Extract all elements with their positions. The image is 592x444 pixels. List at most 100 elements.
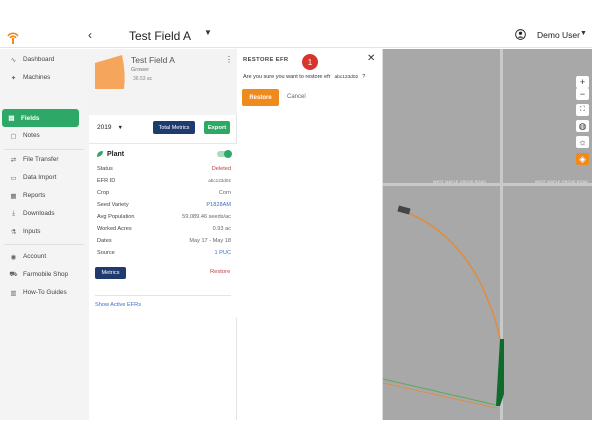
show-active-efrs-link[interactable]: Show Active EFRs [95,302,141,308]
map-view[interactable]: WEST MAPLE GROVE ROAD WEST MAPLE GROVE R… [383,49,592,420]
efr-row-key: Avg Population [97,214,135,220]
pulse-icon: ∿ [10,56,17,64]
restore-efr-dialog: RESTORE EFR 1 ✕ Are you sure you want to… [237,49,383,420]
dialog-efr-id: abc123d02 [334,75,359,80]
efr-row-key: Status [97,166,113,172]
user-name[interactable]: Demo User [537,30,580,40]
efr-row-value: 59,089.46 seeds/ac [182,214,231,220]
efr-row-dates: Dates May 17 - May 18 [97,238,231,249]
sidebar-item-dashboard[interactable]: ∿ Dashboard [4,51,79,68]
sidebar-item-machines[interactable]: ✦ Machines [4,69,79,86]
brightness-icon[interactable]: ☼ [576,136,589,148]
sidebar-item-label: Data Import [23,174,57,181]
map-canvas[interactable] [383,49,592,420]
toggle-knob [224,149,232,158]
field-boundary-thumbnail [95,55,125,89]
total-metrics-button[interactable]: Total Metrics [153,121,195,134]
efr-row-efr-id: EFR ID abc123d02 [97,178,231,189]
efr-row-value: abc123d02 [208,178,231,183]
sidebar-item-fields[interactable]: ▤ Fields [2,109,79,127]
year-select[interactable]: 2019 ▼ [97,124,123,131]
confirm-restore-button[interactable]: Restore [242,89,279,106]
field-dropdown-caret-icon[interactable]: ▼ [204,28,212,37]
account-icon: ◉ [10,253,17,261]
field-card-grower: Grower [131,67,150,73]
field-card[interactable]: Test Field A Grower 36.53 ac ⋮ [89,49,237,115]
import-icon: ▭ [10,174,17,182]
sidebar-item-account[interactable]: ◉ Account [4,248,79,265]
layers-icon[interactable]: ◈ [576,153,589,165]
dialog-message: Are you sure you want to restore efr abc1… [243,74,381,80]
sidebar-item-downloads[interactable]: ⤓ Downloads [4,205,79,222]
sidebar-item-reports[interactable]: ▦ Reports [4,187,79,204]
sidebar-item-label: Inputs [23,228,41,235]
field-boundary-line [383,378,497,406]
sidebar-item-notes[interactable]: ▢ Notes [4,127,79,144]
efr-row-source: Source 1 PUC [97,250,231,261]
sidebar-item-inputs[interactable]: ⚗ Inputs [4,223,79,240]
efr-row-value[interactable]: P1828AM [206,202,231,208]
planted-area-polygon [496,339,504,406]
user-avatar-icon[interactable] [515,29,526,40]
fullscreen-icon[interactable]: ⛶ [576,104,589,116]
sidebar-item-label: Farmobile Shop [23,271,69,278]
road-label: WEST MAPLE GROVE ROAD [535,180,589,184]
efr-row-key: EFR ID [97,178,116,184]
sidebar-item-label: Dashboard [23,56,55,63]
efr-row-key: Source [97,250,115,256]
efr-row-status: Status Deleted [97,166,231,177]
efr-row-value: 0.93 ac [212,226,231,232]
efr-row-worked-acres: Worked Acres 0.93 ac [97,226,231,237]
efr-row-value: May 17 - May 18 [189,238,231,244]
efr-visibility-toggle[interactable] [217,149,232,158]
inputs-icon: ⚗ [10,228,17,236]
field-card-title: Test Field A [131,55,175,65]
step-number-badge: 1 [302,54,318,70]
field-card-acres: 36.53 ac [133,76,153,82]
efr-row-key: Worked Acres [97,226,132,232]
efr-row-crop: Crop Corn [97,190,231,201]
sidebar-item-how-to-guides[interactable]: ▥ How-To Guides [4,284,79,301]
sidebar-item-label: How-To Guides [23,289,67,296]
cancel-button[interactable]: Cancel [287,94,306,100]
efr-row-seed-variety: Seed Variety P1828AM [97,202,231,213]
efr-type-title: Plant [107,151,125,158]
user-dropdown-caret-icon[interactable]: ▼ [580,30,587,37]
guide-icon: ▥ [10,289,17,297]
sidebar-item-label: Fields [21,114,40,122]
farmobile-logo-icon [7,32,19,44]
year-dropdown-caret-icon: ▼ [117,125,123,131]
efr-row-value: Deleted [211,166,231,172]
close-icon[interactable]: ✕ [367,53,375,64]
sidebar-item-farmobile-shop[interactable]: ⛟ Farmobile Shop [4,266,79,283]
top-bar: ‹ Test Field A ▼ Demo User ▼ [0,24,592,48]
metrics-button[interactable]: Metrics [95,267,126,279]
reports-icon: ▦ [10,192,17,200]
road-label: WEST MAPLE GROVE ROAD [433,180,487,184]
globe-icon[interactable]: ◍ [576,120,589,132]
more-options-icon[interactable]: ⋮ [225,55,233,64]
sidebar-item-data-import[interactable]: ▭ Data Import [4,169,79,186]
map-icon: ▤ [8,115,15,122]
sidebar-item-label: File Transfer [23,156,59,163]
dialog-title: RESTORE EFR [243,57,289,63]
efr-plant-section: Plant Status Deleted EFR ID abc123d02 Cr… [89,143,237,318]
efr-row-value: Corn [218,190,231,196]
download-icon: ⤓ [12,209,15,217]
sidebar-item-file-transfer[interactable]: ⇄ File Transfer [4,151,79,168]
efr-row-value[interactable]: 1 PUC [215,250,231,256]
restore-link[interactable]: Restore [210,269,230,275]
zoom-in-icon[interactable]: + [576,76,589,88]
back-chevron-icon[interactable]: ‹ [88,28,92,42]
zoom-out-icon[interactable]: − [576,88,589,100]
efr-row-key: Crop [97,190,110,196]
sidebar: ∿ Dashboard ✦ Machines ▤ Fields ▢ Notes … [0,49,89,420]
dialog-question-mark: ? [362,74,366,80]
efr-row-key: Seed Variety [97,202,129,208]
efr-row-avg-population: Avg Population 59,089.46 seeds/ac [97,214,231,225]
sidebar-item-label: Account [23,253,47,260]
export-button[interactable]: Export [204,121,230,134]
panel-divider [95,295,231,296]
sidebar-item-label: Notes [23,132,40,139]
sidebar-item-label: Machines [23,74,51,81]
